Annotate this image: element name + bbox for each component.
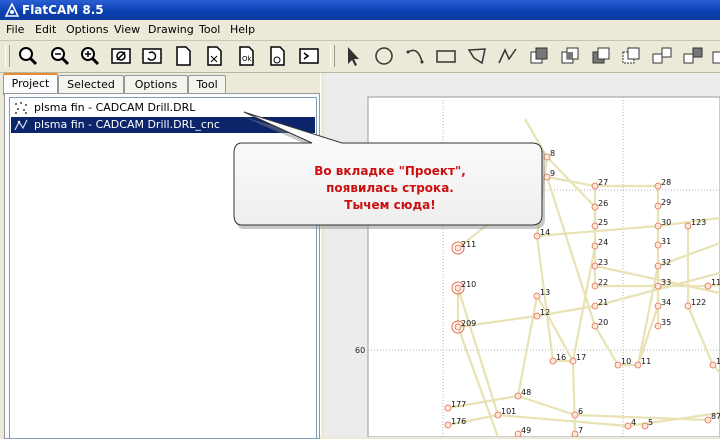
callout-line-1: Во вкладке "Проект", [314,164,466,178]
drill-hole-label: 20 [598,318,608,327]
drill-hole-label: 35 [661,318,671,327]
flatcam-logo-icon [4,2,20,18]
drill-hole-label: 4 [631,418,636,427]
drill-hole-label: 114 [716,357,720,366]
cut-icon[interactable] [619,44,643,68]
drill-hole-label: 209 [461,319,476,328]
open-file-icon[interactable] [202,44,226,68]
drill-hole-label: 29 [661,198,671,207]
drill-hole-label: 21 [598,298,608,307]
zoom-in-icon[interactable] [48,44,72,68]
title-bar: FlatCAM 8.5 [0,0,720,20]
move-icon[interactable] [681,44,705,68]
drill-hole-label: 10 [621,357,631,366]
union-icon[interactable] [527,44,551,68]
drill-icon [13,101,29,115]
tab-project[interactable]: Project [3,73,58,95]
drill-hole-label: 31 [661,237,671,246]
drill-hole-label: 49 [521,426,531,435]
drill-hole-label: 48 [521,388,531,397]
drill-hole-label: 27 [598,178,608,187]
toolbar-grip[interactable] [5,45,10,67]
replot-icon[interactable] [140,44,164,68]
menu-edit[interactable]: Edit [35,23,56,36]
new-file-icon[interactable] [171,44,195,68]
drill-hole-label: 24 [598,238,608,247]
menu-view[interactable]: View [114,23,140,36]
callout-annotation: Во вкладке "Проект", появилась строка. Т… [232,105,552,235]
arc-icon[interactable] [403,44,427,68]
drill-hole-label: 23 [598,258,608,267]
drill-hole-label: 177 [451,400,466,409]
drill-hole-label: 28 [661,178,671,187]
menu-drawing[interactable]: Drawing [148,23,194,36]
drill-hole-label: 211 [461,240,476,249]
rectangle-icon[interactable] [434,44,458,68]
cnc-job-icon [13,118,29,132]
copy-icon[interactable] [650,44,674,68]
drill-hole-label: 176 [451,417,466,426]
drill-hole-label: 87 [711,412,720,421]
zoom-fit-icon[interactable] [16,44,40,68]
drill-hole-label: 34 [661,298,671,307]
menu-file[interactable]: File [6,23,24,36]
intersection-icon[interactable] [558,44,582,68]
toolbar-grip-2[interactable] [330,45,335,67]
drill-hole-label: 101 [501,407,516,416]
menu-bar: File Edit Options View Drawing Tool Help [0,20,720,41]
toolbar: Ok [0,41,720,73]
tab-tool[interactable]: Tool [188,75,226,93]
shell-icon[interactable] [297,44,321,68]
delete-icon[interactable] [265,44,289,68]
drill-hole-label: 13 [540,288,550,297]
ok-icon[interactable]: Ok [234,44,258,68]
select-arrow-icon[interactable] [341,44,365,68]
drill-hole-label: 123 [691,218,706,227]
window-title: FlatCAM 8.5 [22,3,104,17]
drill-hole-label: 17 [576,353,586,362]
drill-hole-label: 122 [691,298,706,307]
path-icon[interactable] [496,44,520,68]
drill-hole-label: 33 [661,278,671,287]
drill-hole-label: 5 [648,418,653,427]
subtract-icon[interactable] [589,44,613,68]
drill-hole-label: 115 [711,278,720,287]
project-item-label: plsma fin - CADCAM Drill.DRL [34,101,196,114]
tab-selected[interactable]: Selected [58,75,124,93]
scale-icon[interactable] [710,44,720,68]
menu-help[interactable]: Help [230,23,255,36]
drill-hole-label: 26 [598,199,608,208]
clear-plot-icon[interactable] [109,44,133,68]
menu-tool[interactable]: Tool [199,23,220,36]
drill-hole-label: 210 [461,280,476,289]
drill-hole-label: 25 [598,218,608,227]
drill-hole-label: 12 [540,308,550,317]
menu-options[interactable]: Options [66,23,108,36]
project-item-label: plsma fin - CADCAM Drill.DRL_cnc [34,118,220,131]
drill-hole-label: 11 [641,357,651,366]
callout-line-2: появилась строка. [326,181,454,195]
notebook-tabs: Project Selected Options Tool [0,73,320,95]
callout-line-3: Тычем сюда! [344,198,436,212]
tab-options[interactable]: Options [124,75,188,93]
drill-hole-label: 7 [578,426,583,435]
drill-hole-label: 6 [578,407,583,416]
polygon-icon[interactable] [465,44,489,68]
drill-hole-label: 30 [661,218,671,227]
zoom-out-icon[interactable] [78,44,102,68]
svg-text:Ok: Ok [242,55,253,63]
drill-hole-label: 22 [598,278,608,287]
y-axis-tick-label: 60 [355,346,365,355]
circle-icon[interactable] [372,44,396,68]
drill-hole-label: 16 [556,353,566,362]
callout-text: Во вкладке "Проект", появилась строка. Т… [244,163,536,214]
drill-hole-label: 32 [661,258,671,267]
